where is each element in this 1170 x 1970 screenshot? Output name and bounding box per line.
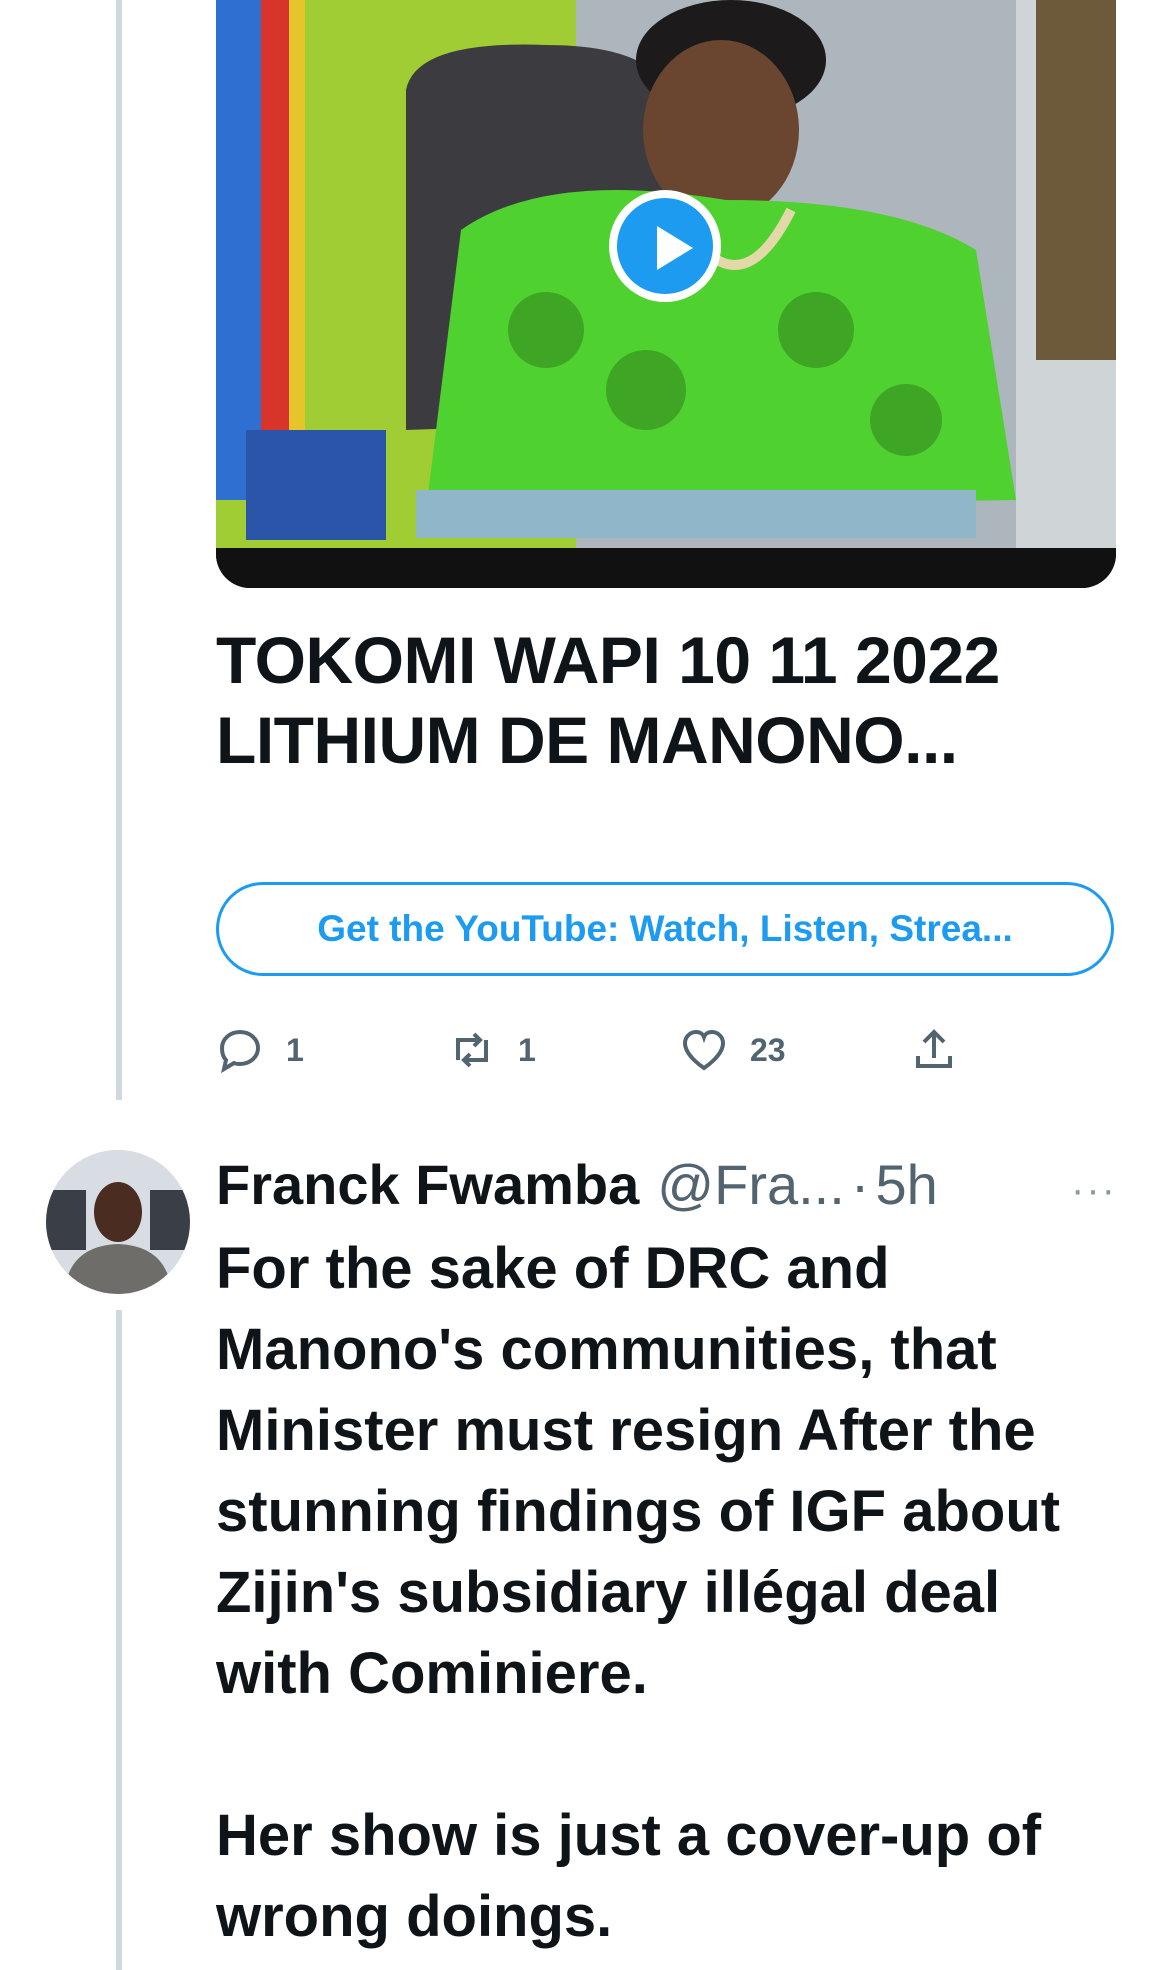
- thread-line: [116, 1310, 122, 1970]
- avatar[interactable]: [46, 1150, 190, 1294]
- like-button[interactable]: 23: [680, 1020, 786, 1080]
- thread-line: [116, 0, 122, 1100]
- tweet-actions: 1 1 23: [216, 1020, 1116, 1080]
- avatar-photo: [46, 1150, 190, 1294]
- tweet-text: For the sake of DRC and Manono's communi…: [216, 1236, 1061, 1949]
- separator-dot: ·: [850, 1152, 870, 1216]
- tweet-timestamp[interactable]: 5h: [875, 1152, 937, 1217]
- card-title[interactable]: TOKOMI WAPI 10 11 2022 LITHIUM DE MANONO…: [216, 620, 1116, 780]
- share-button[interactable]: [910, 1020, 958, 1080]
- play-icon[interactable]: [609, 190, 721, 302]
- heart-icon: [682, 1029, 726, 1071]
- youtube-link-button[interactable]: Get the YouTube: Watch, Listen, Strea...: [216, 882, 1114, 976]
- retweet-count: 1: [518, 1031, 536, 1068]
- author-handle[interactable]: @Fra...: [657, 1152, 845, 1217]
- reply-icon: [219, 1029, 261, 1074]
- retweet-button[interactable]: 1: [448, 1020, 536, 1080]
- reply-count: 1: [286, 1031, 304, 1068]
- like-count: 23: [750, 1031, 786, 1068]
- author-name[interactable]: Franck Fwamba: [216, 1152, 639, 1217]
- tweet-header: Franck Fwamba @Fra... · 5h ···: [216, 1148, 1116, 1220]
- reply-button[interactable]: 1: [216, 1020, 304, 1080]
- more-options-icon[interactable]: ···: [1071, 1168, 1117, 1213]
- video-thumbnail[interactable]: [216, 0, 1116, 588]
- share-icon: [916, 1029, 952, 1068]
- retweet-icon: [456, 1032, 488, 1068]
